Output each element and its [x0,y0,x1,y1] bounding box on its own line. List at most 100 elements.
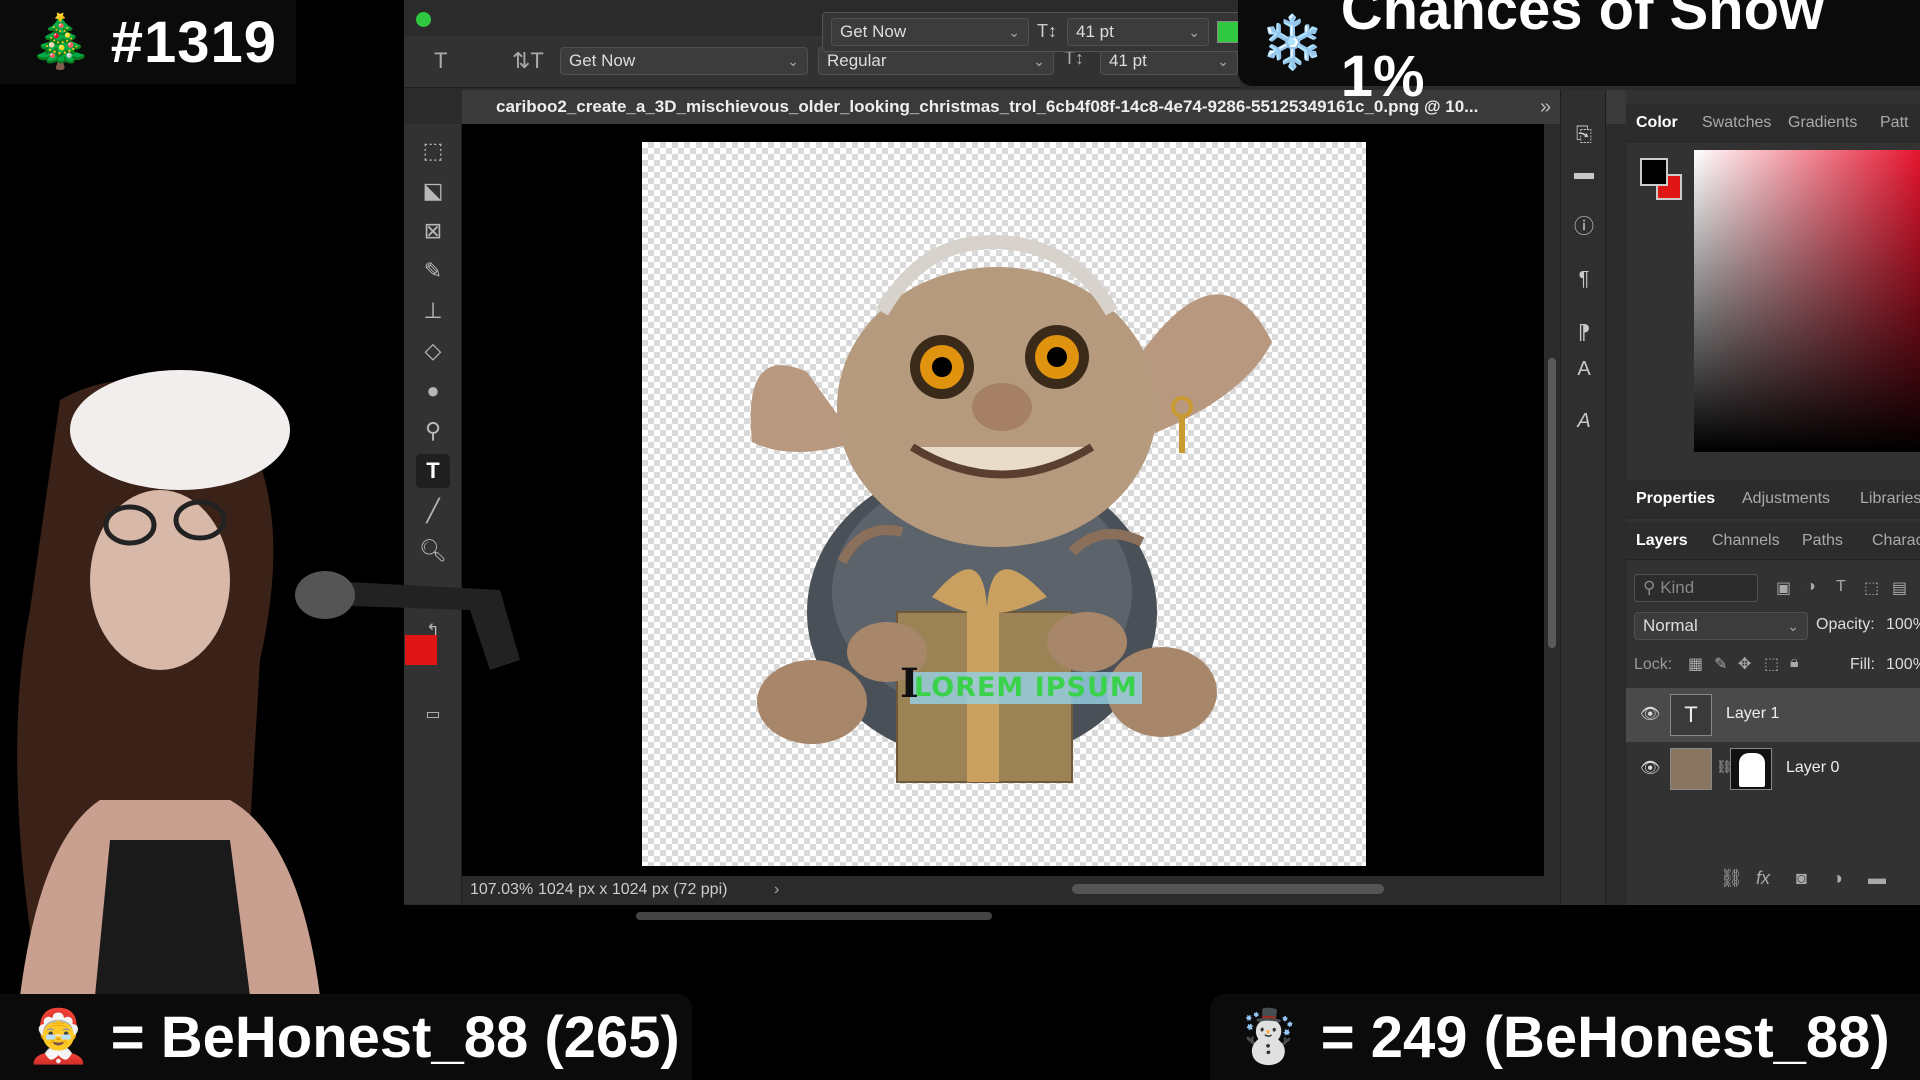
right-panels: Color Swatches Gradients Patt Properties… [1626,90,1920,905]
photoshop-window: T ⇅T Get Now ⌄ Regular ⌄ T↕ 41 pt ⌄ Get Now… [404,0,1920,920]
layer-row-layer-0[interactable]: 👁︎ ⛓ Layer 0 [1626,742,1920,796]
secondary-scroll-thumb[interactable] [636,912,992,920]
santa-icon: 🤶 [26,1008,91,1066]
add-mask-icon[interactable]: ◙ [1796,868,1807,889]
visibility-eye-icon[interactable]: 👁︎ [1640,758,1660,778]
tab-properties[interactable]: Properties [1636,480,1715,518]
foreground-color-swatch[interactable] [1640,158,1668,186]
filter-smart-icon[interactable]: ▤ [1892,578,1907,598]
lock-image-icon[interactable]: ✎ [1714,654,1727,674]
info-icon[interactable]: ⓘ [1571,214,1597,240]
status-bar: 107.03% 1024 px x 1024 px (72 ppi) › [462,876,1560,904]
adjustment-layer-icon[interactable]: ◑ [1832,868,1843,889]
troll-gift-artwork [750,234,1272,783]
paragraph-icon[interactable]: ¶ [1571,266,1597,292]
tab-paths[interactable]: Paths [1802,522,1843,560]
layer-kind-filter[interactable]: ⚲ Kind [1634,574,1758,602]
paragraph-styles-icon[interactable]: ⁋ [1571,320,1597,346]
color-picker-field[interactable] [1694,150,1920,452]
chevron-down-icon: ⌄ [1787,618,1799,634]
snowman-leaderboard: ☃️ = 249 (BeHonest_88) [1210,994,1920,1080]
chevron-down-icon: ⌄ [1008,24,1020,40]
lock-label: Lock: [1634,656,1673,673]
chevron-down-icon: ⌄ [1188,24,1200,40]
episode-counter: 🎄 #1319 [0,0,296,84]
vertical-scroll-thumb[interactable] [1548,358,1556,648]
tab-libraries[interactable]: Libraries [1860,480,1920,518]
lock-artboard-icon[interactable]: ⬚ [1764,654,1779,674]
canvas-area[interactable]: LOREM IPSUM I [462,124,1544,876]
layers-panel-tabs: Layers Channels Paths Charac [1626,522,1920,560]
santa-leader-text: = BeHonest_88 (265) [110,1004,680,1070]
blend-mode-dropdown[interactable]: Normal ⌄ [1634,612,1808,640]
snowflake-icon: ❄️ [1260,14,1325,72]
properties-panel-tabs: Properties Adjustments Libraries [1626,480,1920,518]
image-layer-thumbnail [1670,748,1712,790]
layer-name: Layer 1 [1726,705,1780,722]
snowman-leader-text: = 249 (BeHonest_88) [1320,1004,1890,1070]
filter-shape-icon[interactable]: ⬚ [1864,578,1879,598]
fill-value[interactable]: 100% [1886,656,1920,674]
document-canvas[interactable]: LOREM IPSUM I [642,142,1366,866]
tab-layers[interactable]: Layers [1636,522,1688,560]
marquee-tool-icon[interactable]: ⬚ [416,134,450,168]
chevron-down-icon: ⌄ [787,53,799,69]
comments-icon[interactable]: ▬ [1571,160,1597,186]
opacity-label: Opacity: [1816,616,1875,633]
tab-adjustments[interactable]: Adjustments [1742,480,1830,518]
vertical-scrollbar[interactable] [1544,124,1560,876]
lock-row: Lock: ▦ ✎ ✥ ⬚ 🔒︎ Fill: 100% [1626,648,1920,684]
character-styles-icon[interactable]: A [1571,356,1597,382]
text-layer-thumbnail: T [1670,694,1712,736]
frame-tool-icon[interactable]: ⊠ [416,214,450,248]
layer-style-fx-icon[interactable]: fx [1756,868,1770,889]
episode-number: #1319 [110,9,278,75]
document-dimensions: 1024 px x 1024 px (72 ppi) [538,881,728,898]
snow-chance-text: Chances of Snow 1% [1340,0,1825,109]
canvas-text-layer[interactable]: LOREM IPSUM [910,672,1142,704]
fill-label: Fill: [1850,656,1875,673]
glyphs-icon[interactable]: A [1571,408,1597,434]
history-icon[interactable]: ⎘ [1571,122,1597,148]
layer-name: Layer 0 [1786,759,1840,776]
filter-pixel-icon[interactable]: ▣ [1776,578,1791,598]
layers-panel-footer: ⛓ fx ◙ ◑ ▬ [1626,860,1920,900]
layer-mask-thumbnail[interactable] [1730,748,1772,790]
font-family-dropdown[interactable]: Get Now ⌄ [560,47,808,75]
clone-stamp-tool-icon[interactable]: ⊥ [416,294,450,328]
tab-character[interactable]: Charac [1872,522,1920,560]
lock-position-icon[interactable]: ✥ [1738,654,1751,674]
filter-adjustment-icon[interactable]: ◑ [1806,578,1816,596]
new-group-icon[interactable]: ▬ [1868,868,1886,889]
text-color-swatch[interactable] [1217,21,1239,43]
opacity-value[interactable]: 100% [1886,616,1920,634]
streamer-webcam [17,370,520,996]
santa-leaderboard: 🤶 = BeHonest_88 (265) [0,994,692,1080]
panel-icon-strip: ⎘ ▬ ⓘ ¶ ⁋ A A [1560,90,1606,905]
text-cursor-icon: I [900,660,919,707]
healing-brush-tool-icon[interactable]: ✎ [416,254,450,288]
popup-font-family-dropdown[interactable]: Get Now ⌄ [831,18,1029,46]
snowman-icon: ☃️ [1236,1008,1301,1066]
horizontal-scroll-thumb[interactable] [1072,884,1384,894]
lock-all-icon[interactable]: 🔒︎ [1790,654,1799,672]
popup-font-size-dropdown[interactable]: 41 pt ⌄ [1067,18,1209,46]
blend-row: Normal⌄ Opacity: 100% [1626,608,1920,644]
text-orientation-icon[interactable]: ⇅T [512,48,544,74]
object-selection-tool-icon[interactable]: ⬕ [416,174,450,208]
tab-channels[interactable]: Channels [1712,522,1780,560]
type-tool-preset-icon[interactable]: T [434,48,447,74]
window-zoom-button[interactable] [416,12,431,27]
visibility-eye-icon[interactable]: 👁︎ [1640,704,1660,724]
search-icon: ⚲ [1643,578,1661,597]
status-menu-arrow-icon[interactable]: › [774,876,779,904]
layer-filter-row: ⚲ Kind ▣ ◑ T ⬚ ▤ [1626,570,1920,606]
lock-transparency-icon[interactable]: ▦ [1688,654,1703,674]
link-layers-icon[interactable]: ⛓ [1720,868,1743,889]
font-popup-bar: Get Now ⌄ T↕ 41 pt ⌄ [822,12,1242,52]
layer-row-layer-1[interactable]: 👁︎ T Layer 1 [1626,688,1920,742]
christmas-tree-icon: 🎄 [28,13,93,71]
filter-type-icon[interactable]: T [1836,578,1846,596]
font-size-icon: T↕ [1037,21,1057,41]
snow-chance-banner: ❄️ Chances of Snow 1% [1238,0,1920,109]
